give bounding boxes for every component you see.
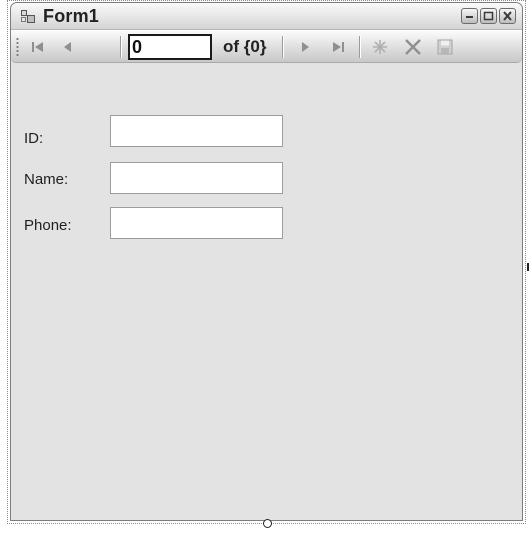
save-icon[interactable] bbox=[436, 38, 454, 56]
count-label: of {0} bbox=[223, 37, 267, 56]
window-title: Form1 bbox=[43, 6, 100, 26]
toolbar-grip[interactable] bbox=[16, 37, 19, 57]
form-icon bbox=[21, 10, 35, 23]
move-next-icon[interactable] bbox=[296, 38, 314, 56]
id-field[interactable] bbox=[110, 115, 283, 147]
close-icon bbox=[503, 11, 512, 21]
name-label: Name: bbox=[24, 171, 69, 188]
resize-handle-right[interactable] bbox=[527, 263, 529, 271]
binding-navigator: of {0} bbox=[11, 30, 522, 63]
phone-label: Phone: bbox=[24, 217, 72, 234]
form-window: Form1 0 of {0} ID: Name: Phone: bbox=[10, 2, 523, 521]
move-first-icon[interactable] bbox=[29, 38, 47, 56]
minimize-icon bbox=[466, 16, 473, 18]
move-previous-icon[interactable] bbox=[59, 38, 77, 56]
title-bar[interactable]: Form1 bbox=[11, 3, 522, 30]
phone-field[interactable] bbox=[110, 207, 283, 239]
maximize-icon bbox=[483, 11, 494, 21]
toolbar-separator bbox=[359, 36, 361, 58]
toolbar-separator bbox=[120, 36, 122, 58]
resize-handle-bottom[interactable] bbox=[263, 519, 272, 528]
position-input[interactable] bbox=[128, 34, 212, 60]
name-field[interactable] bbox=[110, 162, 283, 194]
minimize-button[interactable] bbox=[461, 8, 478, 24]
maximize-button[interactable] bbox=[480, 8, 497, 24]
add-new-icon[interactable] bbox=[371, 38, 389, 56]
toolbar-separator bbox=[282, 36, 284, 58]
delete-icon[interactable] bbox=[403, 38, 421, 56]
close-button[interactable] bbox=[499, 8, 516, 24]
move-last-icon[interactable] bbox=[329, 38, 347, 56]
id-label: ID: bbox=[24, 130, 44, 147]
